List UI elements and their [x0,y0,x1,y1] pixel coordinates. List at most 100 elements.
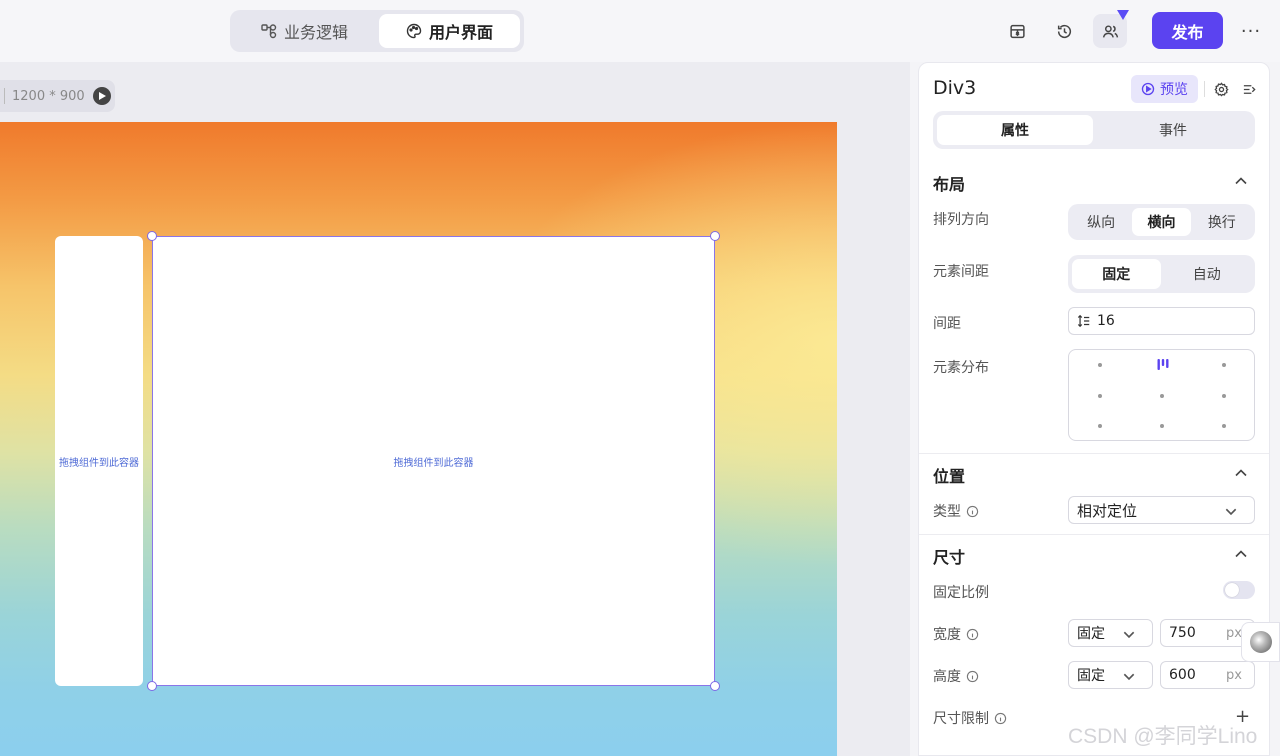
align-bottom-left[interactable] [1098,424,1102,428]
align-middle-left[interactable] [1098,394,1102,398]
collaborators-button[interactable] [1093,10,1129,48]
history-icon [1057,24,1071,38]
design-canvas[interactable]: 1200 * 900 拖拽组件到此容器 拖拽组件到此容器 [0,62,910,756]
direction-horizontal[interactable]: 横向 [1132,208,1191,236]
line-spacing-icon [1077,314,1090,328]
properties-panel: Div3 预览 属性 事件 布局 排列方向 纵向 横向 换行 元素间距 固定 自… [918,62,1270,756]
height-input[interactable]: 600 px [1160,661,1255,689]
flow-icon [261,24,277,39]
width-value: 750 [1169,625,1196,641]
publish-button[interactable]: 发布 [1152,12,1223,49]
spacing-mode-segmented: 固定 自动 [1068,255,1255,293]
archive-icon [1009,24,1025,38]
width-unit: px [1226,625,1242,641]
panel-tabs: 属性 事件 [933,111,1255,149]
layout-collapse-chevron-up-icon[interactable] [1233,173,1249,189]
chip-divider [4,88,5,104]
resize-handle-top-left[interactable] [147,231,157,241]
top-toolbar: 业务逻辑 用户界面 发布 ··· [0,0,1280,62]
size-limit-text: 尺寸限制 [933,711,989,727]
collapse-panel-button[interactable] [1239,79,1259,99]
height-mode-select[interactable]: 固定 [1068,661,1153,689]
more-menu-button[interactable]: ··· [1236,14,1266,48]
spacing-auto[interactable]: 自动 [1163,259,1252,289]
position-type-value: 相对定位 [1077,501,1138,520]
gap-input[interactable]: 16 [1068,307,1255,335]
resize-handle-bottom-left[interactable] [147,681,157,691]
position-section-title: 位置 [933,467,966,486]
watermark: CSDN @李同学Lino [1068,725,1258,748]
info-icon [994,712,1007,724]
height-value: 600 [1169,667,1196,683]
height-label: 高度 [933,666,979,686]
align-bottom-right[interactable] [1222,424,1226,428]
align-top-center-active-icon[interactable] [1156,358,1170,372]
section-divider [919,534,1269,535]
preview-button[interactable]: 预览 [1131,75,1198,103]
width-mode-select[interactable]: 固定 [1068,619,1153,647]
tab-properties[interactable]: 属性 [937,115,1093,145]
gap-value: 16 [1097,313,1115,329]
users-icon [1102,24,1118,38]
direction-vertical[interactable]: 纵向 [1072,208,1130,236]
canvas-size-label: 1200 * 900 [12,88,85,104]
align-middle-right[interactable] [1222,394,1226,398]
resize-handle-bottom-right[interactable] [710,681,720,691]
position-type-text: 类型 [933,504,961,520]
chevron-down-icon [1123,673,1135,681]
direction-wrap[interactable]: 换行 [1193,208,1251,236]
diamond-badge-icon [1117,10,1129,20]
distribution-grid [1068,349,1255,441]
gap-label: 间距 [933,316,961,332]
palette-icon [406,23,422,39]
selected-container-div3[interactable]: 拖拽组件到此容器 [152,236,715,686]
position-collapse-chevron-up-icon[interactable] [1233,465,1249,481]
canvas-size-chip: 1200 * 900 [0,80,115,112]
section-divider [919,453,1269,454]
info-icon [966,670,979,682]
lock-ratio-toggle[interactable] [1223,581,1255,599]
resize-handle-top-right[interactable] [710,231,720,241]
height-label-text: 高度 [933,669,961,685]
align-middle-center[interactable] [1160,394,1164,398]
left-container[interactable]: 拖拽组件到此容器 [55,236,143,686]
distribution-label: 元素分布 [933,360,989,376]
artboard[interactable]: 拖拽组件到此容器 拖拽组件到此容器 [0,122,837,756]
tab-user-interface[interactable]: 用户界面 [379,14,520,48]
height-unit: px [1226,667,1242,683]
play-circle-icon [1141,82,1155,96]
tab-user-interface-label: 用户界面 [428,23,493,42]
gear-icon [1213,81,1229,97]
chevron-down-icon [1225,508,1237,516]
tab-events[interactable]: 事件 [1095,115,1251,145]
layout-section-title: 布局 [933,175,966,194]
position-type-label: 类型 [933,501,979,521]
tab-business-logic[interactable]: 业务逻辑 [234,14,375,48]
main-container-drop-hint: 拖拽组件到此容器 [393,457,474,469]
chevron-down-icon [1123,631,1135,639]
align-top-left[interactable] [1098,363,1102,367]
info-icon [966,505,979,517]
mode-switch: 业务逻辑 用户界面 [230,10,524,52]
width-label-text: 宽度 [933,627,961,643]
lock-ratio-label: 固定比例 [933,585,989,601]
position-type-select[interactable]: 相对定位 [1068,496,1255,524]
align-top-right[interactable] [1222,363,1226,367]
archive-button[interactable] [1000,14,1034,48]
width-label: 宽度 [933,624,979,644]
assistant-orb-icon [1249,631,1272,653]
left-container-drop-hint: 拖拽组件到此容器 [59,457,139,469]
size-collapse-chevron-up-icon[interactable] [1233,546,1249,562]
history-button[interactable] [1047,14,1081,48]
preview-label: 预览 [1160,82,1188,98]
direction-segmented: 纵向 横向 换行 [1068,204,1255,240]
ai-assistant-button[interactable] [1241,622,1280,662]
direction-label: 排列方向 [933,212,989,228]
align-bottom-center[interactable] [1160,424,1164,428]
play-icon[interactable] [92,87,111,105]
info-icon [966,628,979,640]
settings-button[interactable] [1211,79,1231,99]
spacing-mode-label: 元素间距 [933,264,989,280]
panel-title: Div3 [933,77,977,99]
spacing-fixed[interactable]: 固定 [1072,259,1161,289]
